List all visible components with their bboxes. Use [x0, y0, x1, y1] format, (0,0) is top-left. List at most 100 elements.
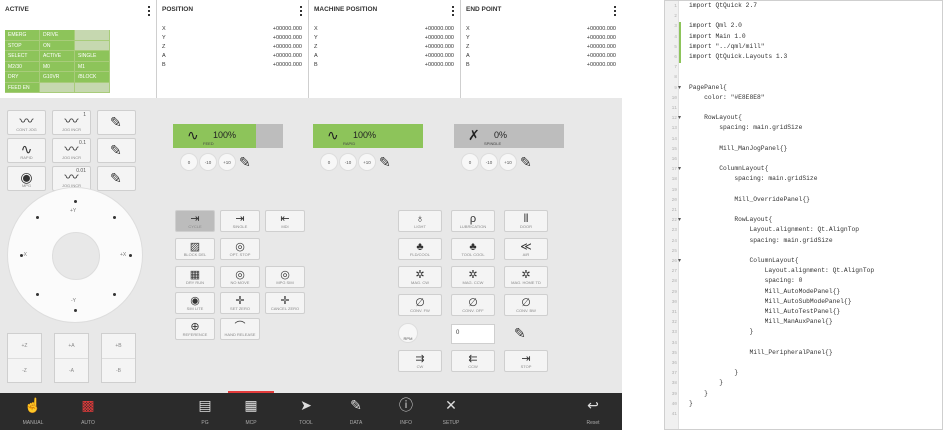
single-button[interactable]: ⇥ SINGLE [220, 210, 260, 232]
line-number: 38 [671, 381, 677, 387]
mpg-sim-button[interactable]: ◎ MPG SIM [265, 266, 305, 288]
line-number: 11 [671, 106, 677, 111]
nav-mcp[interactable]: ▦ MCP [228, 393, 274, 430]
mag-ccw-button[interactable]: ✲ MAG. CCW [451, 266, 495, 288]
status-cell [75, 30, 110, 41]
jog-wheel[interactable]: +Y -Y -X +X [7, 187, 143, 323]
nav-manual[interactable]: ☝ MANUAL [10, 393, 56, 430]
more-icon[interactable] [452, 6, 454, 16]
override-step-button[interactable]: 0 [461, 153, 479, 171]
nav-data[interactable]: ✎ DATA [333, 393, 379, 430]
mdi-button[interactable]: ⇤ MDI [265, 210, 305, 232]
more-icon[interactable] [614, 6, 616, 16]
nav-info[interactable]: ⓘ INFO [383, 393, 429, 430]
edit-rpm-icon[interactable]: ✎ [514, 325, 526, 342]
fold-arrow-icon[interactable]: ▾ [678, 257, 681, 264]
conv-off-button[interactable]: ∅ CONV. OFF [451, 294, 495, 316]
sim-lite-button[interactable]: ◉ SIM LITE [175, 292, 215, 314]
conv-bw-label: CONV. BW [516, 308, 536, 313]
spindle-stop-button[interactable]: ⇥ STOP [504, 350, 548, 372]
jog-mode-button[interactable]: ∿ RAPID [7, 138, 46, 163]
fold-arrow-icon[interactable]: ▾ [678, 84, 681, 91]
cycle-label: CYCLE [188, 224, 202, 229]
jog-mode-button[interactable]: 〰 JOG INCR 1 [52, 110, 91, 135]
axis-jog-+B[interactable]: +B [102, 334, 135, 359]
more-icon[interactable] [300, 6, 302, 16]
override-step-button[interactable]: +10 [499, 153, 517, 171]
nav-auto[interactable]: ▩ AUTO [65, 393, 111, 430]
axis-jog-+A[interactable]: +A [55, 334, 88, 359]
more-icon[interactable] [148, 6, 150, 16]
jog-dot [74, 309, 77, 312]
conv-fw-button[interactable]: ∅ CONV. FW [398, 294, 442, 316]
reference-button[interactable]: ⊕ REFERENCE [175, 318, 215, 340]
cycle-button[interactable]: ⇥ CYCLE [175, 210, 215, 232]
rpm-input[interactable]: 0 [451, 324, 495, 344]
override-step-button[interactable]: -10 [339, 153, 357, 171]
mag-cw-button[interactable]: ✲ MAG. CW [398, 266, 442, 288]
status-cell: EMERG [5, 30, 40, 41]
axis-jog-+Z[interactable]: +Z [8, 334, 41, 359]
edit-override-icon[interactable]: ✎ [239, 154, 251, 171]
position-row: Z +00000.000 [157, 43, 308, 52]
opt-stop-button[interactable]: ◎ OPT. STOP [220, 238, 260, 260]
cool-button[interactable]: ♣ FLD/COOL [398, 238, 442, 260]
line-number: 20 [671, 197, 677, 203]
override-step-button[interactable]: -10 [480, 153, 498, 171]
dry-run-button[interactable]: ▦ DRY RUN [175, 266, 215, 288]
air-button[interactable]: ≪ AIR [504, 238, 548, 260]
qml-editor[interactable]: 1 2 3 4 5 6 7 8 9 10 11 12 13 14 15 16 17 18 19 20 21 22 23 24 2… [664, 0, 943, 430]
jog-mode-button[interactable]: 〰 CONT JOG [7, 110, 46, 135]
tool-cool-button[interactable]: ♣ TOOL COOL [451, 238, 495, 260]
edit-jog-button[interactable]: ✎ [97, 110, 136, 135]
edit-jog-button[interactable]: ✎ [97, 166, 136, 191]
nav-tool[interactable]: ➤ TOOL [283, 393, 329, 430]
status-row: SELECT ACTIVE SINGLE [5, 51, 147, 62]
axis-jog--Z[interactable]: -Z [8, 359, 41, 384]
fold-arrow-icon[interactable]: ▾ [678, 165, 681, 172]
spindle-cw-button[interactable]: ⇉ CW [398, 350, 442, 372]
override-step-button[interactable]: +10 [218, 153, 236, 171]
edit-jog-button[interactable]: ✎ [97, 138, 136, 163]
axis-label: A [466, 53, 470, 59]
nav-pg[interactable]: ▤ PG [182, 393, 228, 430]
nav-reset[interactable]: ↩ Reset [570, 393, 616, 430]
set-zero-label: SET ZERO [230, 306, 250, 311]
hand-release-button[interactable]: ⌒ HAND RELEASE [220, 318, 260, 340]
fold-arrow-icon[interactable]: ▾ [678, 114, 681, 121]
light-button[interactable]: ♁ LIGHT [398, 210, 442, 232]
edit-override-icon[interactable]: ✎ [520, 154, 532, 171]
spindle-label: CCW [468, 364, 478, 369]
door-button[interactable]: ⫴ DOOR [504, 210, 548, 232]
code-line: Mill_PeripheralPanel{} [689, 348, 833, 356]
override-step-button[interactable]: -10 [199, 153, 217, 171]
axis-jog--B[interactable]: -B [102, 359, 135, 384]
override-bar[interactable]: ∿ 100% FEED [173, 124, 283, 148]
override-bar[interactable]: ∿ 100% RAPID [313, 124, 423, 148]
override-step-button[interactable]: 0 [180, 153, 198, 171]
edit-override-icon[interactable]: ✎ [379, 154, 391, 171]
nav-setup[interactable]: ✕ SETUP [428, 393, 474, 430]
override-step-button[interactable]: 0 [320, 153, 338, 171]
spindle-ccw-button[interactable]: ⇇ CCW [451, 350, 495, 372]
jog-wheel-center[interactable] [52, 232, 100, 280]
conv-bw-button[interactable]: ∅ CONV. BW [504, 294, 548, 316]
mag-home-button[interactable]: ✲ MAG. HOME TD [504, 266, 548, 288]
axis-button-pair[interactable]: +A -A [54, 333, 89, 383]
lubrication-button[interactable]: ρ LUBRICATION [451, 210, 495, 232]
jog-mode-button[interactable]: 〰 JOG INCR 0.1 [52, 138, 91, 163]
jog-mode-button[interactable]: ◉ MPG [7, 166, 46, 191]
status-cell [40, 82, 75, 93]
override-bar[interactable]: ✗ 0% SPINDLE [454, 124, 564, 148]
cancel-zero-button[interactable]: ✛ CANCEL ZERO [265, 292, 305, 314]
block-del-button[interactable]: ▨ BLOCK DEL [175, 238, 215, 260]
axis-button-pair[interactable]: +Z -Z [7, 333, 42, 383]
override-step-button[interactable]: +10 [358, 153, 376, 171]
axis-button-pair[interactable]: +B -B [101, 333, 136, 383]
override-icon: ✗ [468, 127, 480, 143]
fold-arrow-icon[interactable]: ▾ [678, 216, 681, 223]
status-cell: ACTIVE [40, 51, 75, 62]
set-zero-button[interactable]: ✛ SET ZERO [220, 292, 260, 314]
no-move-button[interactable]: ◎ NO MOVE [220, 266, 260, 288]
axis-jog--A[interactable]: -A [55, 359, 88, 384]
